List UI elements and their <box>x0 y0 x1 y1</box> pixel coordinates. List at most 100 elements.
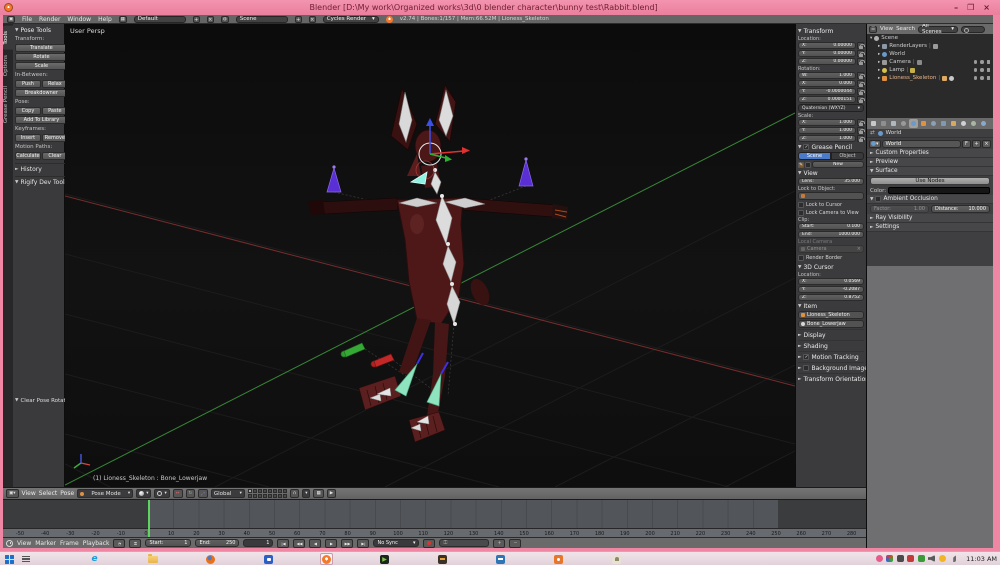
push-button[interactable]: Push <box>15 80 41 88</box>
motion-tracking-panel-header[interactable]: ►✓Motion Tracking <box>798 353 864 361</box>
item-bone-field[interactable]: Bone_Lowerjaw <box>798 320 864 328</box>
window-titlebar[interactable]: Blender [D:\My work\Organized works\3d\0… <box>0 0 1000 15</box>
number-field[interactable]: Z:0.00000 <box>798 58 856 65</box>
viewport-menu-select[interactable]: Select <box>39 490 58 497</box>
properties-editor-icon[interactable] <box>869 119 878 128</box>
current-frame-indicator[interactable] <box>148 500 150 537</box>
gp-object-option[interactable]: Object <box>831 152 864 160</box>
number-field[interactable]: Z:0.0000151 <box>798 96 856 103</box>
number-field[interactable]: W:1.000 <box>798 72 856 79</box>
ao-factor-field[interactable]: Factor:1.00 <box>870 205 929 213</box>
lock-icon[interactable] <box>857 72 864 79</box>
number-field[interactable]: Y:-0.2087 <box>798 286 864 293</box>
tray-monitor-icon[interactable] <box>897 555 904 562</box>
tab-options[interactable]: Options <box>3 50 13 81</box>
lock-icon[interactable] <box>857 88 864 95</box>
number-field[interactable]: X:0.0569 <box>798 278 864 285</box>
lock-camera-row[interactable]: Lock Camera to View <box>798 209 864 217</box>
timeline-editor[interactable]: -50-40-30-20-100102030405060708090100110… <box>3 499 866 537</box>
add-layout-icon[interactable]: + <box>193 16 200 23</box>
custom-properties-panel-header[interactable]: ►Custom Properties <box>867 149 993 158</box>
insert-keyframe-icon[interactable]: ＋ <box>493 539 505 548</box>
outliner-row-camera[interactable]: ▸Camera| <box>867 58 993 66</box>
maximize-button[interactable]: ❒ <box>967 3 974 12</box>
rotate-button[interactable]: Rotate <box>15 53 68 61</box>
editor-type-icon[interactable]: ▣▾ <box>6 489 19 498</box>
tab-grease-pencil[interactable]: Grease Pencil <box>3 81 13 128</box>
number-field[interactable]: X:0.00000 <box>798 42 856 49</box>
outliner-search-input[interactable] <box>961 26 985 33</box>
timeline-menu-view[interactable]: View <box>17 540 31 547</box>
tab-tools[interactable]: Tools <box>3 26 13 50</box>
lock-icon[interactable] <box>857 80 864 87</box>
ao-distance-field[interactable]: Distance:10.000 <box>931 205 990 213</box>
lens-field[interactable]: Lens:35.000 <box>798 178 864 185</box>
outliner-row-renderlayers[interactable]: ▸RenderLayers| <box>867 42 993 50</box>
shading-mode-icon[interactable]: ▾ <box>136 489 151 498</box>
unlink-world-icon[interactable]: × <box>982 140 991 148</box>
grease-pencil-panel-header[interactable]: ▼✓Grease Pencil <box>798 143 864 151</box>
keying-icon[interactable]: ⚿ <box>129 539 141 548</box>
local-camera-field[interactable]: Camera× <box>798 245 864 253</box>
tray-volume-icon[interactable] <box>928 555 935 562</box>
ambient-occlusion-panel-header[interactable]: ▼Ambient Occlusion <box>867 195 993 204</box>
prev-keyframe-button[interactable]: ◀◀ <box>293 539 305 548</box>
frame-end-field[interactable]: End:250 <box>195 539 239 547</box>
task-view-icon[interactable] <box>19 553 32 565</box>
timeline-frame-range[interactable] <box>148 500 778 528</box>
timeline-menu-frame[interactable]: Frame <box>60 540 79 547</box>
breakdowner-button[interactable]: Breakdowner <box>15 89 68 97</box>
scene-tab-icon[interactable] <box>899 119 908 128</box>
world-tab-icon[interactable] <box>909 119 918 128</box>
start-button[interactable] <box>3 553 16 565</box>
preview-range-icon[interactable]: ◔ <box>113 539 125 548</box>
tray-icon-3[interactable] <box>907 555 914 562</box>
tray-icon-4[interactable] <box>918 555 925 562</box>
menu-help[interactable]: Help <box>98 16 112 23</box>
outliner-display-select[interactable]: All Scenes▾ <box>918 26 958 33</box>
frame-start-field[interactable]: Start:1 <box>145 539 191 547</box>
render-tab-icon[interactable] <box>879 119 888 128</box>
manipulator-scale-icon[interactable]: ⤢ <box>198 489 208 498</box>
file-explorer-icon[interactable] <box>146 553 159 565</box>
render-opengl-icon[interactable]: ▦ <box>313 489 323 498</box>
screen-layout-select[interactable]: Default <box>134 16 186 23</box>
transform-orientations-panel-header[interactable]: ►Transform Orientations <box>798 375 864 383</box>
internet-explorer-icon[interactable]: e <box>88 553 101 565</box>
mode-select[interactable]: Pose Mode▾ <box>77 489 133 498</box>
utility-app-icon[interactable] <box>436 553 449 565</box>
lock-object-field[interactable] <box>798 192 864 200</box>
visibility-toggles[interactable] <box>974 76 991 80</box>
clip-end-field[interactable]: End:1000.000 <box>798 231 864 238</box>
render-engine-select[interactable]: Cycles Render▾ <box>323 16 379 23</box>
sync-select[interactable]: No Sync▾ <box>373 539 419 547</box>
bone-tab-icon[interactable] <box>959 119 968 128</box>
item-panel-header[interactable]: ▼Item <box>798 302 864 310</box>
scene-select[interactable]: Scene <box>236 16 288 23</box>
number-field[interactable]: Y:-0.0000044 <box>798 88 856 95</box>
manipulator-rotate-icon[interactable]: ↻ <box>186 489 196 498</box>
relax-button[interactable]: Relax <box>42 80 68 88</box>
gp-new-button[interactable]: New <box>812 161 864 168</box>
viewport-canvas[interactable]: User Persp (1) Lioness_Skeleton : Bone_L… <box>65 24 795 487</box>
translate-button[interactable]: Translate <box>15 44 68 52</box>
play-reverse-button[interactable]: ◀ <box>309 539 321 548</box>
scene-icon[interactable]: ◍ <box>221 16 229 23</box>
close-button[interactable]: × <box>983 3 990 12</box>
blender-taskbar-icon[interactable] <box>320 553 333 565</box>
number-field[interactable]: Y:0.00000 <box>798 50 856 57</box>
item-object-field[interactable]: Lioness_Skeleton <box>798 311 864 319</box>
world-name-field[interactable]: World <box>882 140 961 148</box>
menu-render[interactable]: Render <box>39 16 60 23</box>
timeline-menu-marker[interactable]: Marker <box>35 540 56 547</box>
object-tab-icon[interactable] <box>919 119 928 128</box>
settings-panel-header[interactable]: ►Settings <box>867 223 993 232</box>
modifiers-tab-icon[interactable] <box>939 119 948 128</box>
browse-world-icon[interactable]: ▾ <box>869 140 881 148</box>
timeline-ruler[interactable]: -50-40-30-20-100102030405060708090100110… <box>3 528 866 537</box>
use-nodes-button[interactable]: Use Nodes <box>870 177 990 185</box>
contacts-app-icon[interactable] <box>610 553 623 565</box>
timeline-menu-playback[interactable]: Playback <box>83 540 110 547</box>
history-panel-header[interactable]: ►History <box>15 163 68 173</box>
number-field[interactable]: Z:0.8752 <box>798 294 864 301</box>
